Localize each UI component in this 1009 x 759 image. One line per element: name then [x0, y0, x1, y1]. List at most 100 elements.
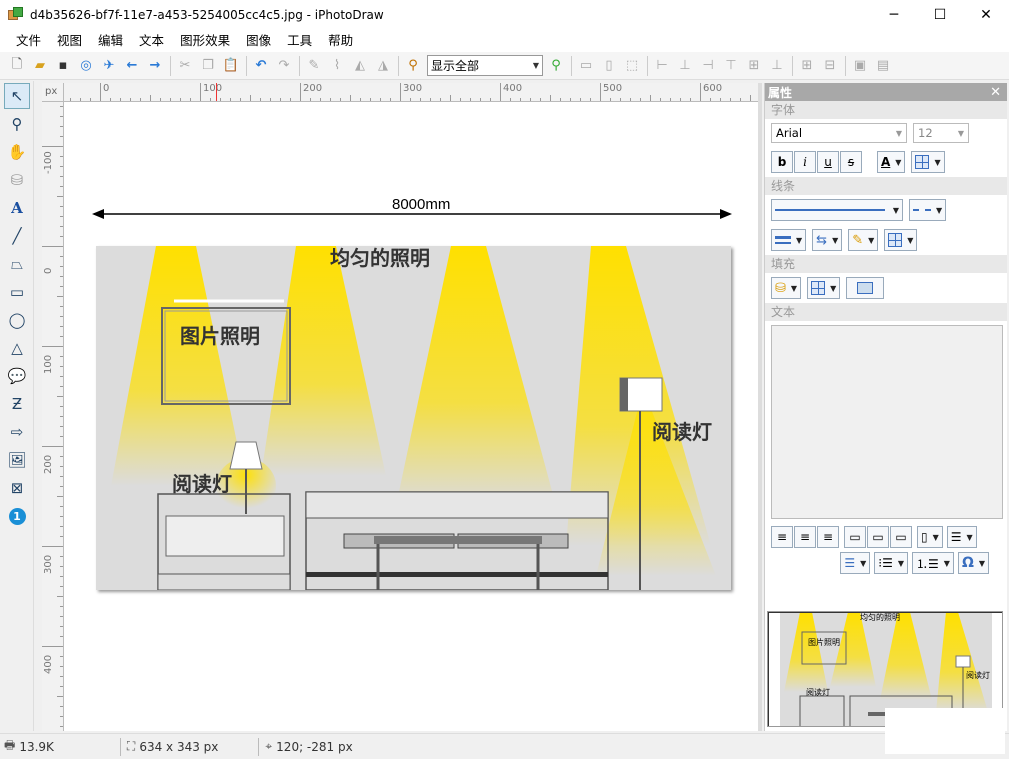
image-tool-icon[interactable]: 🖼 — [4, 447, 30, 473]
menu-tools[interactable]: 工具 — [279, 30, 320, 52]
redo-icon[interactable]: ↷ — [273, 55, 295, 77]
menu-effects[interactable]: 图形效果 — [172, 30, 238, 52]
polygon-tool-icon[interactable]: ⏢ — [4, 251, 30, 277]
browser-icon[interactable]: ◎ — [75, 55, 97, 77]
line-width-button[interactable]: ▼ — [771, 229, 807, 251]
menu-help[interactable]: 帮助 — [320, 30, 361, 52]
fit-page-icon[interactable]: ⬚ — [621, 55, 643, 77]
send-back-icon[interactable]: ▤ — [872, 55, 894, 77]
align-left-icon[interactable]: ⊢ — [651, 55, 673, 77]
fill-bucket-icon[interactable]: ⛁ — [4, 167, 30, 193]
line-border-button[interactable]: ▼ — [884, 229, 918, 251]
fill-color-button[interactable]: ⛁ ▼ — [771, 277, 802, 299]
menu-text[interactable]: 文本 — [131, 30, 172, 52]
send-icon[interactable]: ✈ — [98, 55, 120, 77]
font-color-button[interactable]: A ▼ — [877, 151, 906, 173]
flip-v-icon[interactable]: ◮ — [372, 55, 394, 77]
ellipse-tool-icon[interactable]: ◯ — [4, 307, 30, 333]
bold-button[interactable]: b — [771, 151, 793, 173]
indent-button[interactable]: ☰ ▼ — [840, 552, 871, 574]
valign-bottom-icon[interactable]: ▭ — [890, 526, 912, 548]
line-dash-button[interactable]: ▼ — [909, 199, 947, 221]
panel-close-icon[interactable]: ✕ — [990, 85, 1001, 100]
strikethrough-button[interactable]: s — [840, 151, 862, 173]
text-border-button[interactable]: ▼ — [911, 151, 945, 173]
valign-top-icon[interactable]: ▭ — [844, 526, 866, 548]
align-right-icon[interactable]: ⊣ — [697, 55, 719, 77]
ruler-label: 500 — [603, 83, 623, 94]
callout-tool-icon[interactable]: 💬 — [4, 363, 30, 389]
open-folder-icon[interactable]: ▰ — [29, 55, 51, 77]
text-align-center-icon[interactable]: ≡ — [794, 526, 816, 548]
undo-icon[interactable]: ↶ — [250, 55, 272, 77]
zoom-select[interactable]: 显示全部 ▼ — [427, 55, 543, 76]
drawing-canvas[interactable]: 8000mm 均匀的照明 图片照明 阅读灯 阅读灯 — [64, 102, 758, 731]
paste-icon[interactable]: 📋 — [220, 55, 242, 77]
fill-image-button[interactable] — [846, 277, 885, 299]
hand-pan-icon[interactable]: ✋ — [4, 139, 30, 165]
fill-pattern-button[interactable]: ▼ — [807, 277, 841, 299]
font-family-select[interactable]: Arial ▼ — [771, 123, 907, 143]
ruler-tick — [200, 83, 201, 101]
line-color-button[interactable]: ✎ ▼ — [848, 229, 879, 251]
zoom-in-icon[interactable]: ⚲ — [545, 55, 567, 77]
ruler-tick — [100, 83, 101, 101]
ruler-label: 100 — [203, 83, 223, 94]
line-style-button[interactable]: ▼ — [771, 199, 903, 221]
dimension-line[interactable] — [64, 102, 758, 242]
new-file-icon[interactable]: 🗋 — [6, 55, 28, 77]
brush-icon[interactable]: ⌇ — [326, 55, 348, 77]
maximize-button[interactable]: ☐ — [917, 0, 963, 30]
dimension-tool-icon[interactable]: Ƶ — [4, 391, 30, 417]
text-content-area[interactable] — [771, 325, 1003, 519]
menu-image[interactable]: 图像 — [238, 30, 279, 52]
save-icon[interactable]: ▪ — [52, 55, 74, 77]
chevron-down-icon: ▼ — [936, 205, 943, 215]
align-top-icon[interactable]: ⊤ — [720, 55, 742, 77]
horizontal-ruler: 0 100 200 300 400 500 600 — [64, 83, 758, 102]
fit-height-icon[interactable]: ▯ — [598, 55, 620, 77]
minimize-button[interactable]: ─ — [871, 0, 917, 30]
group-icon[interactable]: ⊞ — [796, 55, 818, 77]
zoom-tool-icon[interactable]: ⚲ — [4, 111, 30, 137]
menu-view[interactable]: 视图 — [49, 30, 90, 52]
line-tool-icon[interactable]: ╱ — [4, 223, 30, 249]
triangle-tool-icon[interactable]: △ — [4, 335, 30, 361]
flip-h-icon[interactable]: ◭ — [349, 55, 371, 77]
edit-icon[interactable]: ✎ — [303, 55, 325, 77]
text-tool-icon[interactable]: A — [4, 195, 30, 221]
underline-button[interactable]: u — [817, 151, 839, 173]
crop-tool-icon[interactable]: ⊠ — [4, 475, 30, 501]
close-button[interactable]: ✕ — [963, 0, 1009, 30]
align-middle-icon[interactable]: ⊞ — [743, 55, 765, 77]
forward-arrow-icon[interactable]: → — [144, 55, 166, 77]
fit-width-icon[interactable]: ▭ — [575, 55, 597, 77]
bring-front-icon[interactable]: ▣ — [849, 55, 871, 77]
room-illustration[interactable]: 均匀的照明 图片照明 阅读灯 阅读灯 — [96, 246, 731, 590]
numbered-list-button[interactable]: ⒈☰ ▼ — [912, 552, 954, 574]
arrow-style-button[interactable]: ⇆ ▼ — [812, 229, 843, 251]
valign-middle-icon[interactable]: ▭ — [867, 526, 889, 548]
menu-edit[interactable]: 编辑 — [90, 30, 131, 52]
select-arrow-icon[interactable]: ↖ — [4, 83, 30, 109]
ungroup-icon[interactable]: ⊟ — [819, 55, 841, 77]
back-arrow-icon[interactable]: ← — [121, 55, 143, 77]
italic-button[interactable]: i — [794, 151, 816, 173]
copy-icon[interactable]: ❐ — [197, 55, 219, 77]
text-align-left-icon[interactable]: ≡ — [771, 526, 793, 548]
align-bottom-icon[interactable]: ⊥ — [766, 55, 788, 77]
text-padding-button[interactable]: ▯ ▼ — [917, 526, 943, 548]
symbol-button[interactable]: Ω ▼ — [957, 552, 989, 574]
rectangle-tool-icon[interactable]: ▭ — [4, 279, 30, 305]
align-center-icon[interactable]: ⊥ — [674, 55, 696, 77]
text-align-right-icon[interactable]: ≡ — [817, 526, 839, 548]
menu-file[interactable]: 文件 — [8, 30, 49, 52]
line-spacing-button[interactable]: ☰ ▼ — [946, 526, 977, 548]
arrow-shape-icon[interactable]: ⇨ — [4, 419, 30, 445]
number-badge-icon[interactable]: 1 — [4, 503, 30, 529]
cut-icon[interactable]: ✂ — [174, 55, 196, 77]
bullet-list-button[interactable]: ⁝☰ ▼ — [874, 552, 909, 574]
chevron-down-icon: ▼ — [978, 558, 985, 568]
font-size-select[interactable]: 12 ▼ — [913, 123, 969, 143]
zoom-out-icon[interactable]: ⚲ — [402, 55, 424, 77]
